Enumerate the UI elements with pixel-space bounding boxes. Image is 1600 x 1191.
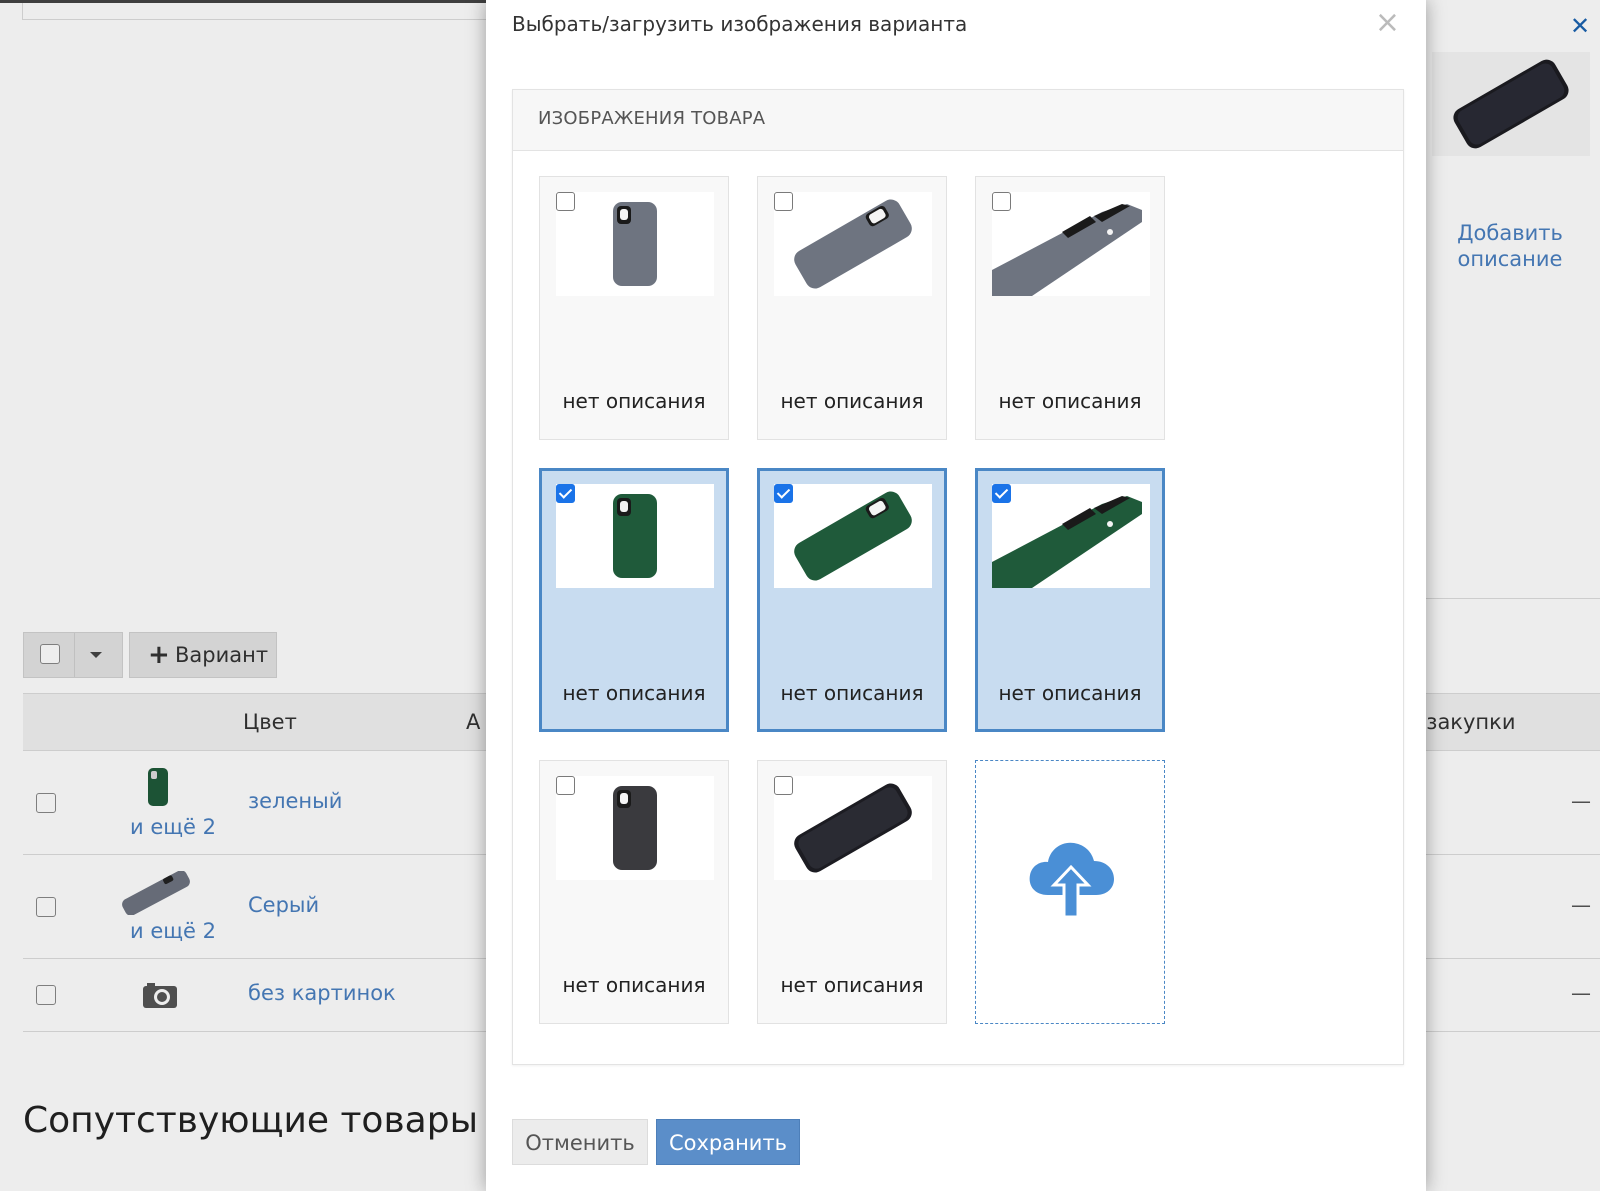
image-tile[interactable]: нет описания	[757, 760, 947, 1024]
image-thumbnail	[774, 484, 932, 588]
image-tile[interactable]: нет описания	[975, 176, 1165, 440]
upload-image-tile[interactable]	[975, 760, 1165, 1024]
image-description: нет описания	[780, 389, 924, 413]
image-description: нет описания	[998, 681, 1142, 705]
image-thumbnail	[992, 484, 1150, 588]
image-tile[interactable]: нет описания	[757, 176, 947, 440]
image-checkbox[interactable]	[992, 192, 1011, 211]
image-tile[interactable]: нет описания	[539, 176, 729, 440]
image-thumbnail	[556, 484, 714, 588]
image-tile[interactable]: нет описания	[975, 468, 1165, 732]
image-thumbnail	[992, 192, 1150, 296]
image-description: нет описания	[562, 681, 706, 705]
image-description: нет описания	[780, 681, 924, 705]
image-checkbox[interactable]	[774, 192, 793, 211]
image-checkbox[interactable]	[556, 192, 575, 211]
close-icon[interactable]: ×	[1375, 8, 1400, 38]
image-description: нет описания	[780, 973, 924, 997]
image-thumbnail	[556, 776, 714, 880]
cloud-upload-icon	[1029, 842, 1114, 919]
image-thumbnail	[556, 192, 714, 296]
image-thumbnail	[774, 776, 932, 880]
cancel-button[interactable]: Отменить	[512, 1119, 648, 1165]
image-description: нет описания	[998, 389, 1142, 413]
image-checkbox[interactable]	[992, 484, 1011, 503]
save-button[interactable]: Сохранить	[656, 1119, 800, 1165]
image-tile[interactable]: нет описания	[757, 468, 947, 732]
image-checkbox[interactable]	[556, 776, 575, 795]
modal-title: Выбрать/загрузить изображения варианта	[512, 12, 968, 36]
image-description: нет описания	[562, 389, 706, 413]
image-description: нет описания	[562, 973, 706, 997]
panel-header: ИЗОБРАЖЕНИЯ ТОВАРА	[513, 90, 1403, 151]
variant-images-modal: Выбрать/загрузить изображения варианта ×…	[486, 0, 1426, 1191]
image-checkbox[interactable]	[774, 776, 793, 795]
product-images-panel: ИЗОБРАЖЕНИЯ ТОВАРА нет описания нет опис…	[512, 89, 1404, 1065]
image-tile[interactable]: нет описания	[539, 760, 729, 1024]
image-checkbox[interactable]	[774, 484, 793, 503]
image-thumbnail	[774, 192, 932, 296]
image-tile[interactable]: нет описания	[539, 468, 729, 732]
image-checkbox[interactable]	[556, 484, 575, 503]
panel-title: ИЗОБРАЖЕНИЯ ТОВАРА	[538, 108, 766, 129]
